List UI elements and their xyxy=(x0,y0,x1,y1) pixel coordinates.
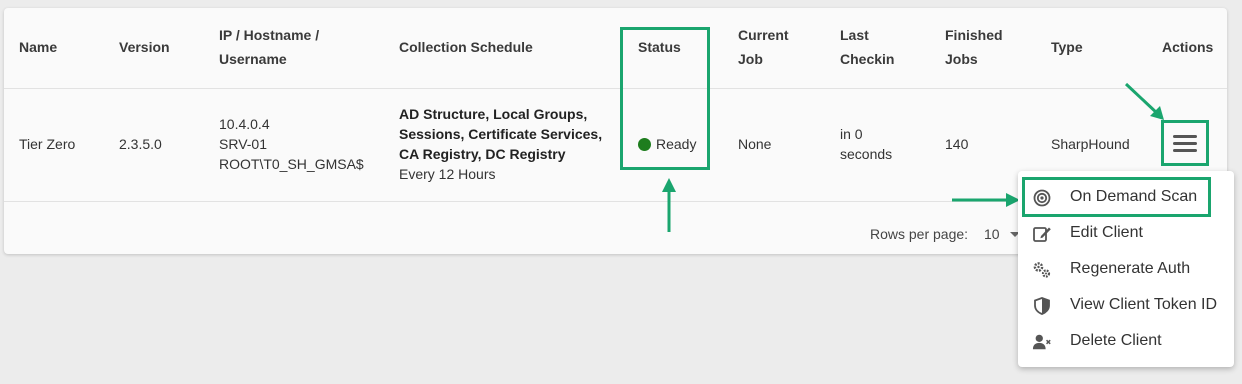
rows-per-page-value: 10 xyxy=(984,226,1000,242)
client-name: Tier Zero xyxy=(19,136,76,152)
status-column-highlight xyxy=(620,27,710,170)
schedule-frequency: Every 12 Hours xyxy=(399,166,496,182)
header-schedule[interactable]: Collection Schedule xyxy=(399,35,533,59)
last-checkin: in 0 seconds xyxy=(840,124,892,164)
on-demand-scan-highlight xyxy=(1022,177,1211,217)
arrow-to-menu-icon xyxy=(1124,82,1164,120)
client-type: SharpHound xyxy=(1051,136,1130,152)
header-ip-hostname-username[interactable]: IP / Hostname / Username xyxy=(219,23,319,71)
header-actions: Actions xyxy=(1162,39,1214,55)
client-hostname: SRV-01 xyxy=(219,136,267,152)
table-header: Name Version IP / Hostname / Username Co… xyxy=(4,8,1227,89)
menu-item-view-token-id[interactable]: View Client Token ID xyxy=(1018,287,1234,323)
checkin-line2: seconds xyxy=(840,146,893,162)
header-current-job[interactable]: Current Job xyxy=(738,23,789,71)
header-checkin-line1: Last xyxy=(840,27,869,43)
arrow-to-scan-icon xyxy=(952,193,1020,207)
menu-item-label: Delete Client xyxy=(1070,332,1162,349)
menu-item-regenerate-auth[interactable]: Regenerate Auth xyxy=(1018,251,1234,287)
menu-item-edit-client[interactable]: Edit Client xyxy=(1018,215,1234,251)
menu-item-label: View Client Token ID xyxy=(1070,296,1218,313)
header-finished-jobs[interactable]: Finished Jobs xyxy=(945,23,1003,71)
header-version[interactable]: Version xyxy=(119,35,170,59)
arrow-to-status-icon xyxy=(662,178,676,232)
gears-icon xyxy=(1033,262,1051,278)
menu-item-delete-client[interactable]: Delete Client xyxy=(1018,323,1234,359)
menu-icon-bar xyxy=(1173,149,1197,152)
finished-jobs: 140 xyxy=(945,136,969,152)
schedule-line1: AD Structure, Local Groups, xyxy=(399,106,588,122)
schedule-line3: CA Registry, DC Registry xyxy=(399,146,566,162)
header-finished-line1: Finished xyxy=(945,27,1003,43)
checkin-line1: in 0 xyxy=(840,126,863,142)
header-ip-line2: Username xyxy=(219,51,287,67)
menu-icon-bar xyxy=(1173,142,1197,145)
client-username: ROOT\T0_SH_GMSA$ xyxy=(219,156,364,172)
client-ip: 10.4.0.4 xyxy=(219,116,270,132)
header-type[interactable]: Type xyxy=(1051,35,1083,59)
header-job-line1: Current xyxy=(738,27,789,43)
edit-icon xyxy=(1033,227,1051,242)
client-ip-block: 10.4.0.4 SRV-01 ROOT\T0_SH_GMSA$ xyxy=(219,114,364,174)
actions-menu-button[interactable] xyxy=(1161,120,1209,166)
menu-item-label: Regenerate Auth xyxy=(1070,260,1191,277)
header-finished-line2: Jobs xyxy=(945,51,978,67)
header-job-line2: Job xyxy=(738,51,763,67)
header-checkin-line2: Checkin xyxy=(840,51,895,67)
header-last-checkin[interactable]: Last Checkin xyxy=(840,23,894,71)
header-name[interactable]: Name xyxy=(19,35,57,59)
rows-per-page-select[interactable]: 10 xyxy=(984,226,1021,242)
rows-per-page-label: Rows per page: xyxy=(870,226,969,242)
current-job: None xyxy=(738,136,772,152)
user-remove-icon xyxy=(1032,334,1051,350)
header-ip-line1: IP / Hostname / xyxy=(219,27,320,43)
client-version: 2.3.5.0 xyxy=(119,136,162,152)
menu-item-label: Edit Client xyxy=(1070,224,1143,241)
shield-icon xyxy=(1034,297,1050,315)
menu-icon-bar xyxy=(1173,135,1197,138)
client-schedule: AD Structure, Local Groups, Sessions, Ce… xyxy=(399,104,602,184)
schedule-line2: Sessions, Certificate Services, xyxy=(399,126,603,142)
